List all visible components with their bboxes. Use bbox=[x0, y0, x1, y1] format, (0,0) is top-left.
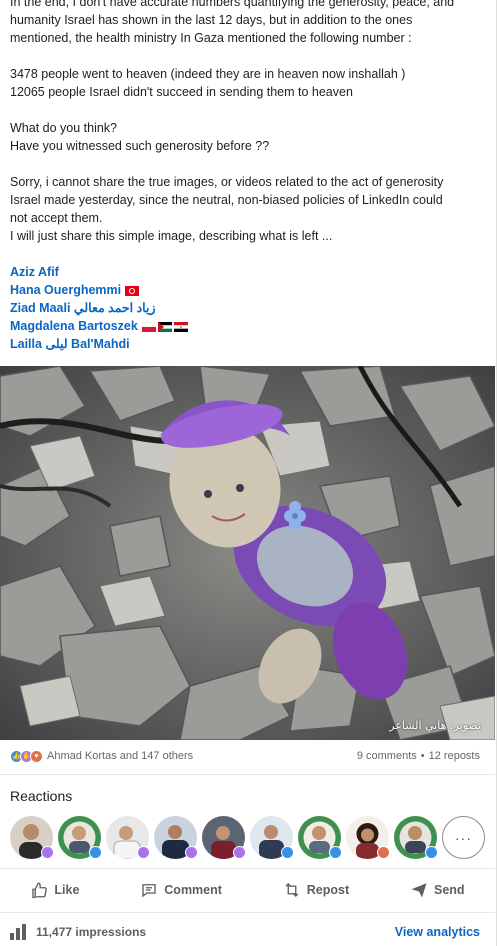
reposts-count[interactable]: 12 reposts bbox=[429, 750, 480, 762]
avatar[interactable] bbox=[346, 816, 390, 859]
support-badge-icon bbox=[233, 846, 246, 859]
avatar[interactable] bbox=[154, 816, 198, 859]
more-reactions-button[interactable]: ··· bbox=[442, 816, 485, 859]
repost-icon bbox=[285, 883, 299, 897]
divider bbox=[0, 912, 495, 913]
post-line: 12065 people Israel didn't succeed in se… bbox=[10, 85, 353, 99]
reactions-title: Reactions bbox=[10, 788, 73, 804]
like-badge-icon bbox=[89, 846, 102, 859]
avatar[interactable] bbox=[106, 816, 150, 859]
send-button[interactable]: Send bbox=[400, 875, 475, 905]
action-bar: Like Comment Repost Send bbox=[0, 872, 495, 908]
reactors-summary[interactable]: 👍 ✋ ♥ Ahmad Kortas and 147 others bbox=[10, 749, 193, 763]
avatar[interactable] bbox=[394, 816, 438, 859]
comment-button[interactable]: Comment bbox=[130, 875, 232, 905]
mention-lailla-balmahdi[interactable]: Lailla ليلى Bal'Mahdi bbox=[10, 335, 480, 353]
send-label[interactable]: Send bbox=[434, 883, 465, 897]
impressions-row: 11,477 impressions View analytics bbox=[10, 922, 480, 942]
separator: • bbox=[420, 750, 425, 762]
reactors-text[interactable]: Ahmad Kortas and 147 others bbox=[47, 750, 193, 762]
engagement-counts: 9 comments • 12 reposts bbox=[357, 750, 480, 762]
post-line: Sorry, i cannot share the true images, o… bbox=[10, 175, 444, 189]
reaction-icons: 👍 ✋ ♥ bbox=[10, 749, 43, 763]
avatar[interactable] bbox=[298, 816, 342, 859]
comments-count[interactable]: 9 comments bbox=[357, 750, 417, 762]
post-line: In the end, I don't have accurate number… bbox=[10, 0, 455, 9]
impressions-summary[interactable]: 11,477 impressions bbox=[10, 924, 146, 940]
palestine-flag-icon bbox=[157, 322, 172, 332]
repost-button[interactable]: Repost bbox=[273, 875, 359, 905]
post-body: In the end, I don't have accurate number… bbox=[10, 0, 480, 353]
poland-flag-icon bbox=[141, 322, 156, 332]
rubble-doll-photo bbox=[0, 366, 495, 740]
avatar[interactable] bbox=[250, 816, 294, 859]
tunisia-flag-icon bbox=[125, 286, 140, 296]
mention-ziad-maali[interactable]: Ziad Maali زياد احمد معالي bbox=[10, 299, 480, 317]
post-card: In the end, I don't have accurate number… bbox=[0, 0, 497, 946]
mention-name[interactable]: Lailla ليلى Bal'Mahdi bbox=[10, 337, 130, 351]
repost-label[interactable]: Repost bbox=[307, 883, 349, 897]
image-caption: تصوير: هاني الشاعر bbox=[389, 719, 481, 732]
love-icon: ♥ bbox=[30, 749, 43, 763]
mention-name[interactable]: Aziz Afif bbox=[10, 265, 59, 279]
post-line: I will just share this simple image, des… bbox=[10, 229, 333, 243]
post-line: humanity Israel has shown in the last 12… bbox=[10, 13, 413, 27]
divider bbox=[0, 774, 495, 775]
avatar[interactable] bbox=[58, 816, 102, 859]
reactor-avatars: ··· bbox=[10, 816, 485, 859]
like-badge-icon bbox=[281, 846, 294, 859]
support-badge-icon bbox=[185, 846, 198, 859]
avatar[interactable] bbox=[10, 816, 54, 859]
post-line: What do you think? bbox=[10, 121, 118, 135]
view-analytics-link[interactable]: View analytics bbox=[395, 925, 480, 939]
avatar[interactable] bbox=[202, 816, 246, 859]
mention-name[interactable]: Magdalena Bartoszek bbox=[10, 319, 138, 333]
post-line: 3478 people went to heaven (indeed they … bbox=[10, 67, 406, 81]
social-counts: 👍 ✋ ♥ Ahmad Kortas and 147 others 9 comm… bbox=[10, 747, 480, 765]
mention-aziz-afif[interactable]: Aziz Afif bbox=[10, 263, 480, 281]
send-icon bbox=[411, 883, 427, 898]
comment-icon bbox=[142, 884, 156, 898]
like-button[interactable]: Like bbox=[20, 875, 89, 905]
comment-label[interactable]: Comment bbox=[164, 883, 222, 897]
post-line: Have you witnessed such generosity befor… bbox=[10, 139, 270, 153]
support-badge-icon bbox=[41, 846, 54, 859]
support-badge-icon bbox=[137, 846, 150, 859]
mention-hana-ouerghemmi[interactable]: Hana Ouerghemmi bbox=[10, 281, 480, 299]
post-line: Israel made yesterday, since the neutral… bbox=[10, 193, 443, 207]
impressions-count[interactable]: 11,477 impressions bbox=[36, 925, 146, 939]
mention-magdalena-bartoszek[interactable]: Magdalena Bartoszek bbox=[10, 317, 480, 335]
divider bbox=[0, 868, 495, 869]
love-badge-icon bbox=[377, 846, 390, 859]
bar-chart-icon bbox=[10, 924, 26, 940]
post-line: not accept them. bbox=[10, 211, 103, 225]
like-badge-icon bbox=[425, 846, 438, 859]
post-line: mentioned, the health ministry In Gaza m… bbox=[10, 31, 412, 45]
thumbs-up-icon bbox=[32, 882, 48, 899]
egypt-flag-icon bbox=[173, 322, 188, 332]
post-image[interactable]: تصوير: هاني الشاعر bbox=[0, 366, 495, 740]
like-badge-icon bbox=[329, 846, 342, 859]
mention-name[interactable]: Ziad Maali زياد احمد معالي bbox=[10, 301, 156, 315]
like-label[interactable]: Like bbox=[54, 883, 79, 897]
mention-name[interactable]: Hana Ouerghemmi bbox=[10, 283, 121, 297]
